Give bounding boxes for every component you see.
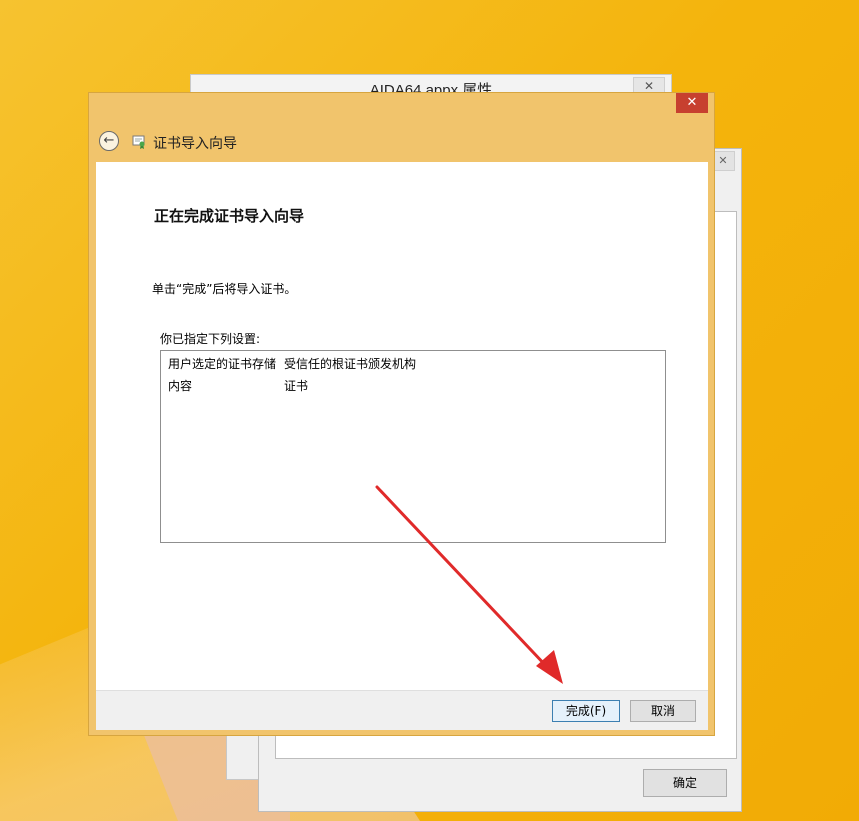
certificate-import-wizard[interactable]: ✕ ← 证书导入向导 正在完成证书导入向导 单击“完成”后将导入证书。 你已指定…: [88, 92, 715, 736]
page-heading: 正在完成证书导入向导: [154, 207, 305, 225]
setting-value: 受信任的根证书颁发机构: [284, 357, 417, 371]
wizard-footer: 完成(F) 取消: [96, 690, 708, 730]
wizard-content: 正在完成证书导入向导 单击“完成”后将导入证书。 你已指定下列设置: 用户选定的…: [96, 162, 708, 690]
settings-list[interactable]: 用户选定的证书存储 受信任的根证书颁发机构 内容 证书: [160, 350, 666, 543]
setting-value: 证书: [284, 379, 309, 393]
certificate-icon: [132, 135, 145, 149]
setting-key: 内容: [168, 379, 193, 393]
background-window-edge: [226, 730, 262, 780]
close-icon[interactable]: ✕: [676, 93, 708, 113]
cancel-button[interactable]: 取消: [630, 700, 696, 722]
wizard-title: 证书导入向导: [153, 136, 237, 152]
back-arrow-icon[interactable]: ←: [99, 131, 119, 151]
setting-key: 用户选定的证书存储: [168, 357, 277, 371]
finish-button[interactable]: 完成(F): [552, 700, 620, 722]
settings-label: 你已指定下列设置:: [160, 332, 261, 346]
instruction-text: 单击“完成”后将导入证书。: [152, 282, 297, 296]
ok-button[interactable]: 确定: [643, 769, 727, 797]
